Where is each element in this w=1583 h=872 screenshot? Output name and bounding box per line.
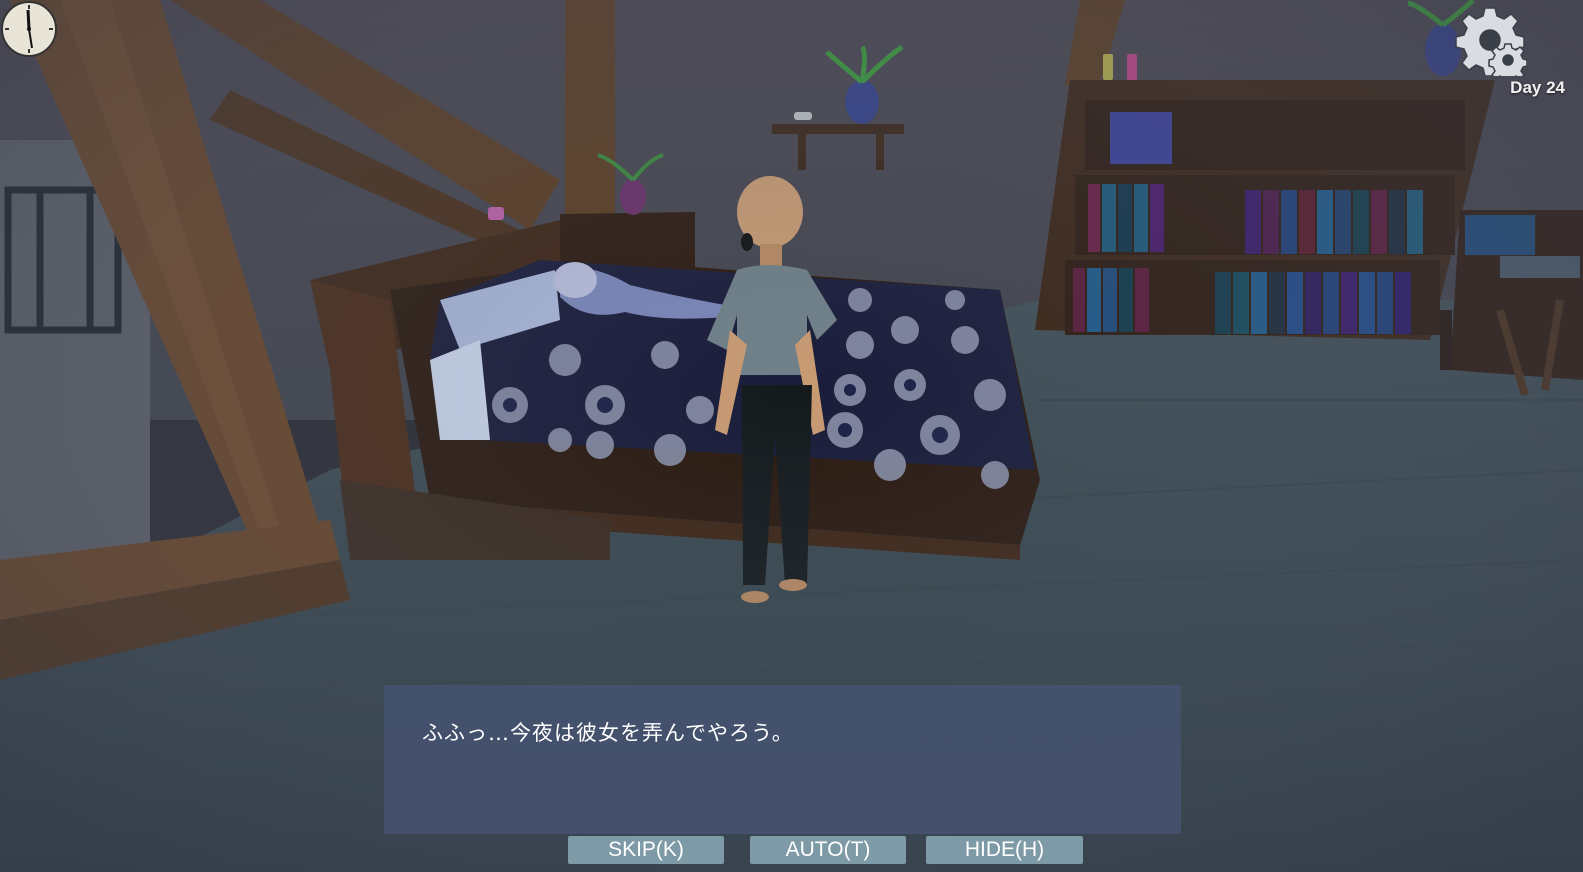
day-counter: Day 24 bbox=[1510, 78, 1565, 97]
hide-button[interactable]: HIDE(H) bbox=[926, 836, 1083, 864]
dialogue-text: ふふっ…今夜は彼女を弄んでやろう。 bbox=[422, 721, 794, 745]
dialogue-box[interactable]: ふふっ…今夜は彼女を弄んでやろう。 bbox=[384, 685, 1181, 834]
settings-button[interactable] bbox=[1455, 4, 1527, 76]
auto-button[interactable]: AUTO(T) bbox=[750, 836, 906, 864]
game-scene: Day 24 ふふっ…今夜は彼女を弄んでやろう。 SKIP(K) AUTO(T)… bbox=[0, 0, 1583, 872]
skip-button[interactable]: SKIP(K) bbox=[568, 836, 724, 864]
analog-clock-icon bbox=[1, 1, 57, 57]
gear-icon bbox=[1455, 7, 1527, 76]
